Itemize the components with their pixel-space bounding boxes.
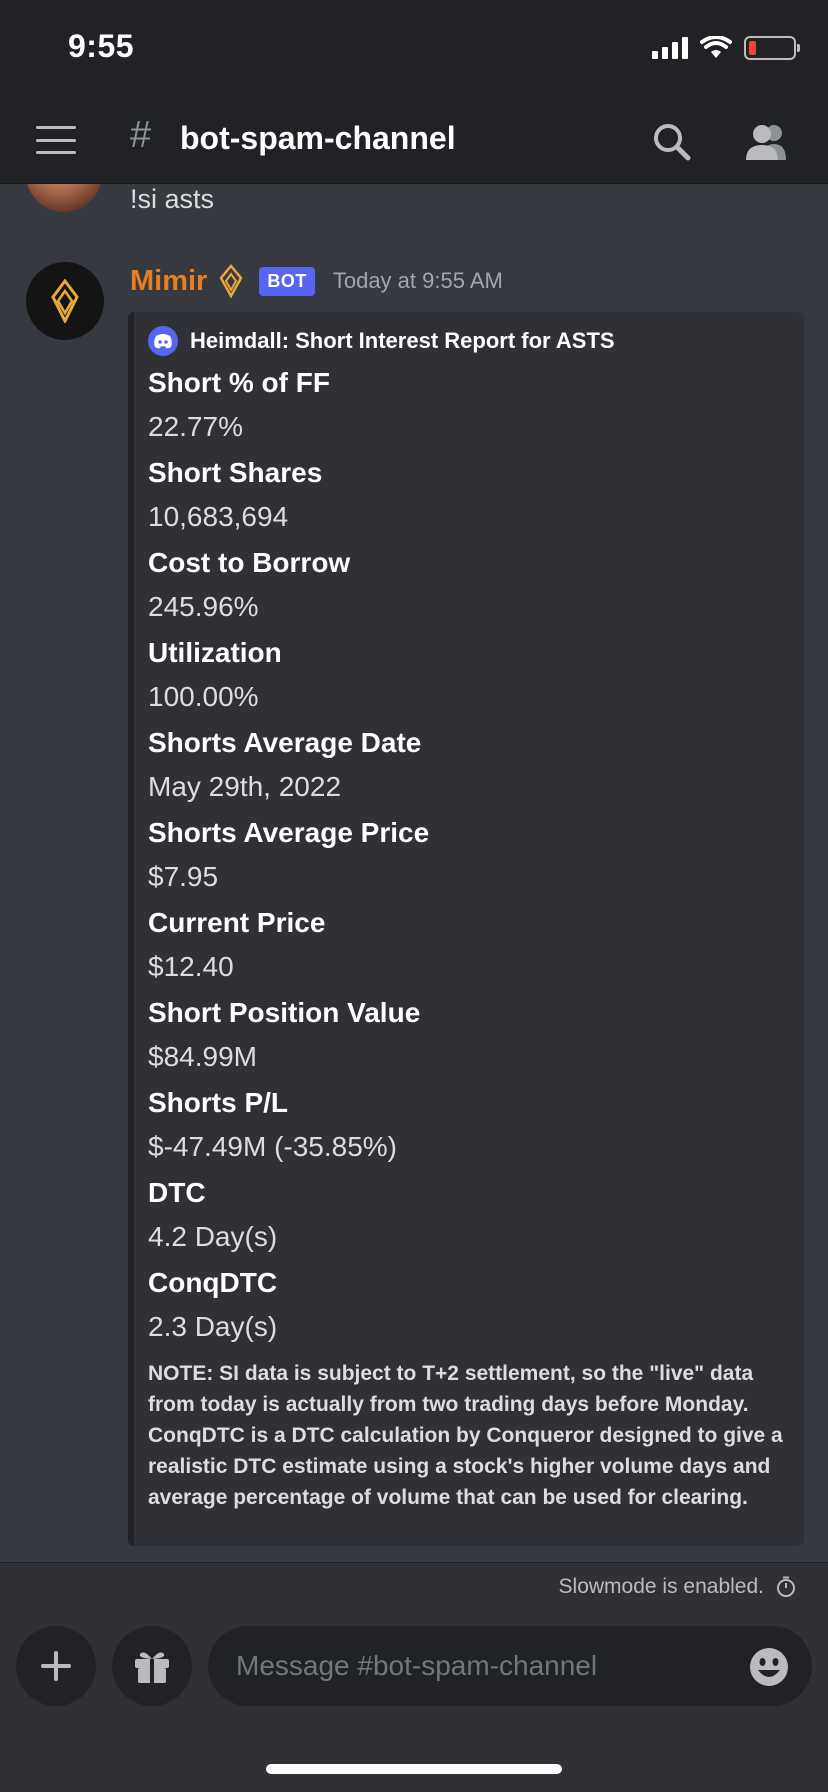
embed-author-name: Heimdall: Short Interest Report for ASTS xyxy=(190,328,615,353)
field-name: Current Price xyxy=(148,907,326,938)
message-input[interactable] xyxy=(208,1626,812,1706)
members-icon[interactable] xyxy=(742,120,790,164)
add-icon xyxy=(41,1651,71,1681)
field-name: Shorts P/L xyxy=(148,1087,289,1118)
embed-field: ConqDTC 2.3 Day(s) xyxy=(148,1262,786,1350)
field-value: $7.95 xyxy=(148,861,219,892)
field-value: $84.99M xyxy=(148,1041,257,1072)
embed-field: Utilization 100.00% xyxy=(148,632,786,720)
gift-icon xyxy=(135,1652,169,1683)
embed-field: Cost to Borrow 245.96% xyxy=(148,542,786,630)
message-timestamp: Today at 9:55 AM xyxy=(332,268,503,293)
message-author-line: Mimir BOT Today at 9:55 AM xyxy=(130,264,503,298)
field-name: DTC xyxy=(148,1177,206,1208)
field-value: 245.96% xyxy=(148,591,259,622)
field-name: Cost to Borrow xyxy=(148,547,351,578)
home-indicator[interactable] xyxy=(266,1764,562,1774)
field-name: Short % of FF xyxy=(148,367,330,398)
wifi-icon xyxy=(700,36,732,58)
signal-icon xyxy=(652,37,688,59)
status-time: 9:55 xyxy=(68,28,135,64)
embed-card: Heimdall: Short Interest Report for ASTS… xyxy=(128,312,804,1546)
channel-title: bot-spam-channel xyxy=(180,120,456,156)
field-name: Utilization xyxy=(148,637,282,668)
gift-button[interactable] xyxy=(112,1626,192,1706)
slowmode-text: Slowmode is enabled. xyxy=(558,1574,764,1598)
field-name: ConqDTC xyxy=(148,1267,278,1298)
field-value: 10,683,694 xyxy=(148,501,289,532)
field-value: 2.3 Day(s) xyxy=(148,1311,278,1342)
discord-logo-icon xyxy=(148,326,178,356)
field-name: Shorts Average Price xyxy=(148,817,430,848)
field-name: Short Shares xyxy=(148,457,323,488)
embed-field: Shorts P/L $-47.49M (-35.85%) xyxy=(148,1082,786,1170)
field-name: Short Position Value xyxy=(148,997,421,1028)
slowmode-bar: Slowmode is enabled. xyxy=(0,1562,828,1610)
embed-field: Shorts Average Date May 29th, 2022 xyxy=(148,722,786,810)
embed-field: Current Price $12.40 xyxy=(148,902,786,990)
embed-field: Shorts Average Price $7.95 xyxy=(148,812,786,900)
embed-author: Heimdall: Short Interest Report for ASTS xyxy=(148,322,786,360)
field-value: 100.00% xyxy=(148,681,259,712)
emoji-icon[interactable] xyxy=(748,1646,790,1688)
bot-avatar[interactable] xyxy=(26,262,104,340)
field-name: Shorts Average Date xyxy=(148,727,422,758)
field-value: $-47.49M (-35.85%) xyxy=(148,1131,398,1162)
hash-icon: # xyxy=(130,114,152,156)
status-icons xyxy=(652,36,800,60)
top-bar: 9:55 # bot-spam-channel xyxy=(0,0,828,184)
embed-field: Short % of FF 22.77% xyxy=(148,362,786,450)
embed-field: Short Position Value $84.99M xyxy=(148,992,786,1080)
embed-field: DTC 4.2 Day(s) xyxy=(148,1172,786,1260)
embed-field: Short Shares 10,683,694 xyxy=(148,452,786,540)
author-emblem-icon xyxy=(219,264,243,298)
mimir-emblem-icon xyxy=(51,279,79,323)
search-icon[interactable] xyxy=(650,120,694,164)
embed-footer-note: NOTE: SI data is subject to T+2 settleme… xyxy=(148,1362,783,1509)
field-value: May 29th, 2022 xyxy=(148,771,342,802)
channel-header: # bot-spam-channel xyxy=(0,100,828,184)
previous-message-text: !si asts xyxy=(130,184,215,214)
battery-icon xyxy=(744,36,800,60)
add-attachment-button[interactable] xyxy=(16,1626,96,1706)
field-value: $12.40 xyxy=(148,951,234,982)
bot-tag: BOT xyxy=(259,266,315,296)
menu-icon[interactable] xyxy=(36,126,76,154)
timer-icon xyxy=(777,1576,795,1597)
field-value: 22.77% xyxy=(148,411,243,442)
field-value: 4.2 Day(s) xyxy=(148,1221,278,1252)
author-name[interactable]: Mimir xyxy=(130,265,207,298)
app-frame: 9:55 # bot-spam-channel !si asts Mimir B… xyxy=(0,0,828,1792)
